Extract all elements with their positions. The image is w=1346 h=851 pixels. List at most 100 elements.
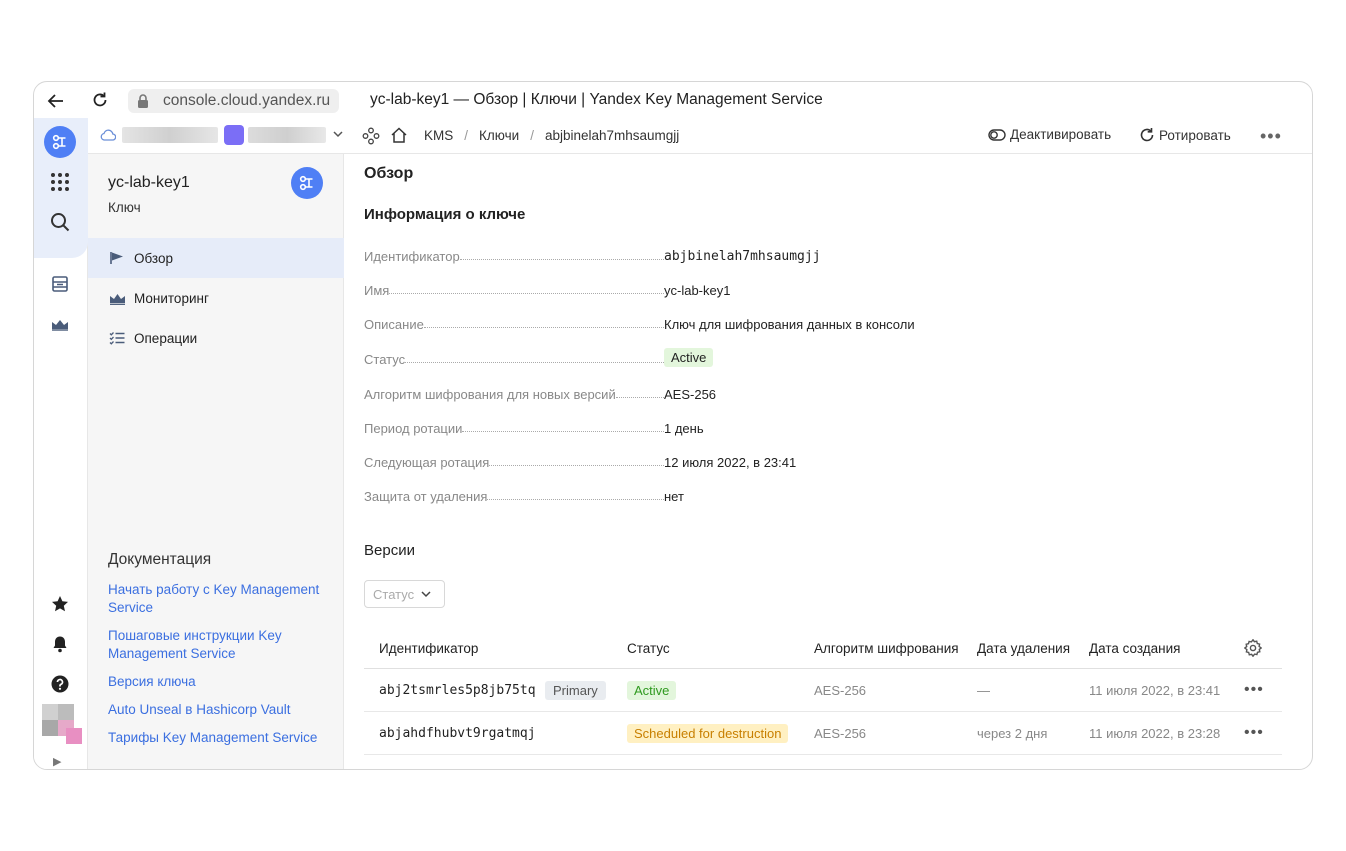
sidebar: yc-lab-key1 Ключ Обзор Мониторинг Операц… [88,154,344,769]
home-icon[interactable] [390,126,408,147]
key-name-title: yc-lab-key1 [108,174,190,191]
status-badge: Scheduled for destruction [627,723,789,743]
chart-icon [108,290,126,306]
info-label: Период ротации [364,421,463,436]
address-bar[interactable]: console.cloud.yandex.ru [128,89,339,113]
deactivate-button[interactable]: Деактивировать [988,127,1111,142]
column-header-deleted[interactable]: Дата удаления [977,628,1070,668]
table-row[interactable]: abjahdfhubvt9rgatmqj Scheduled for destr… [364,712,1282,755]
dotted-leader [462,431,664,432]
info-row: Алгоритм шифрования для новых версий AES-… [364,382,1064,402]
info-value: AES-256 [664,387,717,402]
row-actions-icon[interactable]: ••• [1244,669,1264,711]
left-rail: ▶ [34,118,88,769]
breadcrumb-separator: / [464,128,469,143]
kms-service-icon [291,167,323,199]
dotted-leader [389,293,664,294]
service-nodes-icon[interactable] [362,127,380,148]
version-deleted: через 2 дня [977,725,1048,741]
storage-icon[interactable] [44,268,76,300]
doc-link-vault[interactable]: Auto Unseal в Hashicorp Vault [108,701,328,719]
info-value: yc-lab-key1 [664,283,731,298]
breadcrumb-current-key: abjbinelah7mhsaumgjj [544,128,680,143]
cloud-icon [100,129,117,144]
help-icon[interactable] [44,668,76,700]
monitoring-icon[interactable] [44,308,76,340]
table-row[interactable]: abj2tsmrles5p8jb75tq Primary Active AES-… [364,669,1282,712]
folder-icon [224,125,244,145]
info-value: Ключ для шифрования данных в консоли [664,317,915,332]
info-value: Active [664,348,714,367]
info-row: Период ротации 1 день [364,416,1064,436]
dotted-leader [615,397,664,398]
expand-rail-icon[interactable]: ▶ [53,755,61,768]
versions-table: Идентификатор Статус Алгоритм шифрования… [364,628,1282,755]
info-label: Описание [364,317,424,332]
main-content: Обзор Информация о ключе Идентификатор ab… [344,154,1312,769]
sidebar-item-label: Обзор [134,250,173,266]
dotted-leader [423,327,664,328]
more-actions-icon[interactable]: ••• [1260,126,1282,147]
cloud-name-blurred[interactable] [122,127,218,143]
version-deleted: — [977,682,990,698]
sidebar-item-operations[interactable]: Операции [88,318,344,358]
list-icon [108,330,126,346]
info-row: Защита от удаления нет [364,484,1064,504]
version-algorithm: AES-256 [814,682,867,698]
search-icon[interactable] [44,206,76,238]
versions-heading: Версии [364,542,415,559]
browser-toolbar: console.cloud.yandex.ru yc-lab-key1 — Об… [34,82,1312,118]
key-info-heading: Информация о ключе [364,206,526,223]
sidebar-item-label: Мониторинг [134,290,209,306]
browser-window: console.cloud.yandex.ru yc-lab-key1 — Об… [33,81,1313,770]
lock-icon [137,94,149,108]
page-heading: Обзор [364,165,414,182]
flag-icon [108,250,126,266]
info-row: Описание Ключ для шифрования данных в кон… [364,312,1064,332]
docs-heading: Документация [108,551,212,568]
info-label: Следующая ротация [364,455,490,470]
doc-link-key-version[interactable]: Версия ключа [108,673,328,691]
column-header-status[interactable]: Статус [627,628,670,668]
dotted-leader [405,362,664,363]
back-arrow-icon[interactable] [46,91,66,111]
breadcrumb-keys[interactable]: Ключи [479,128,519,143]
info-row: Статус Active [364,347,1064,367]
folder-name-blurred[interactable] [248,127,326,143]
breadcrumb-separator: / [530,128,534,143]
status-badge: Active [627,680,677,700]
info-value: abjbinelah7mhsaumgjj [664,249,821,264]
column-header-id[interactable]: Идентификатор [379,628,478,668]
url-text: console.cloud.yandex.ru [163,92,331,109]
column-header-created[interactable]: Дата создания [1089,628,1181,668]
version-created: 11 июля 2022, в 23:28 [1089,725,1221,741]
sidebar-item-overview[interactable]: Обзор [88,238,344,278]
rotate-button[interactable]: Ротировать [1139,127,1231,143]
dotted-leader [459,259,664,260]
kms-logo-icon[interactable] [44,126,76,158]
breadcrumb-kms[interactable]: KMS [424,128,453,143]
status-filter-placeholder: Статус [373,586,415,602]
row-actions-icon[interactable]: ••• [1244,712,1264,754]
info-label: Имя [364,283,390,298]
bell-icon[interactable] [44,628,76,660]
table-settings-gear-icon[interactable] [1244,628,1262,668]
deactivate-label: Деактивировать [1010,127,1112,142]
version-algorithm: AES-256 [814,725,867,741]
services-grid-icon[interactable] [44,166,76,198]
status-filter-select[interactable]: Статус [364,580,445,608]
column-header-algorithm[interactable]: Алгоритм шифрования [814,628,959,668]
info-label: Алгоритм шифрования для новых версий [364,387,616,402]
doc-link-pricing[interactable]: Тарифы Key Management Service [108,729,328,747]
avatar[interactable] [42,704,82,744]
chevron-down-icon[interactable] [332,128,344,143]
service-header: KMS / Ключи / abjbinelah7mhsaumgjj Деакт… [88,118,1312,154]
rotate-label: Ротировать [1159,127,1231,143]
star-icon[interactable] [44,588,76,620]
doc-link-getting-started[interactable]: Начать работу с Key Management Service [108,581,328,617]
dotted-leader [489,465,664,466]
version-id: abj2tsmrles5p8jb75tq [379,682,536,698]
reload-icon[interactable] [90,90,110,110]
doc-link-instructions[interactable]: Пошаговые инструкции Key Management Serv… [108,627,328,663]
sidebar-item-monitoring[interactable]: Мониторинг [88,278,344,318]
